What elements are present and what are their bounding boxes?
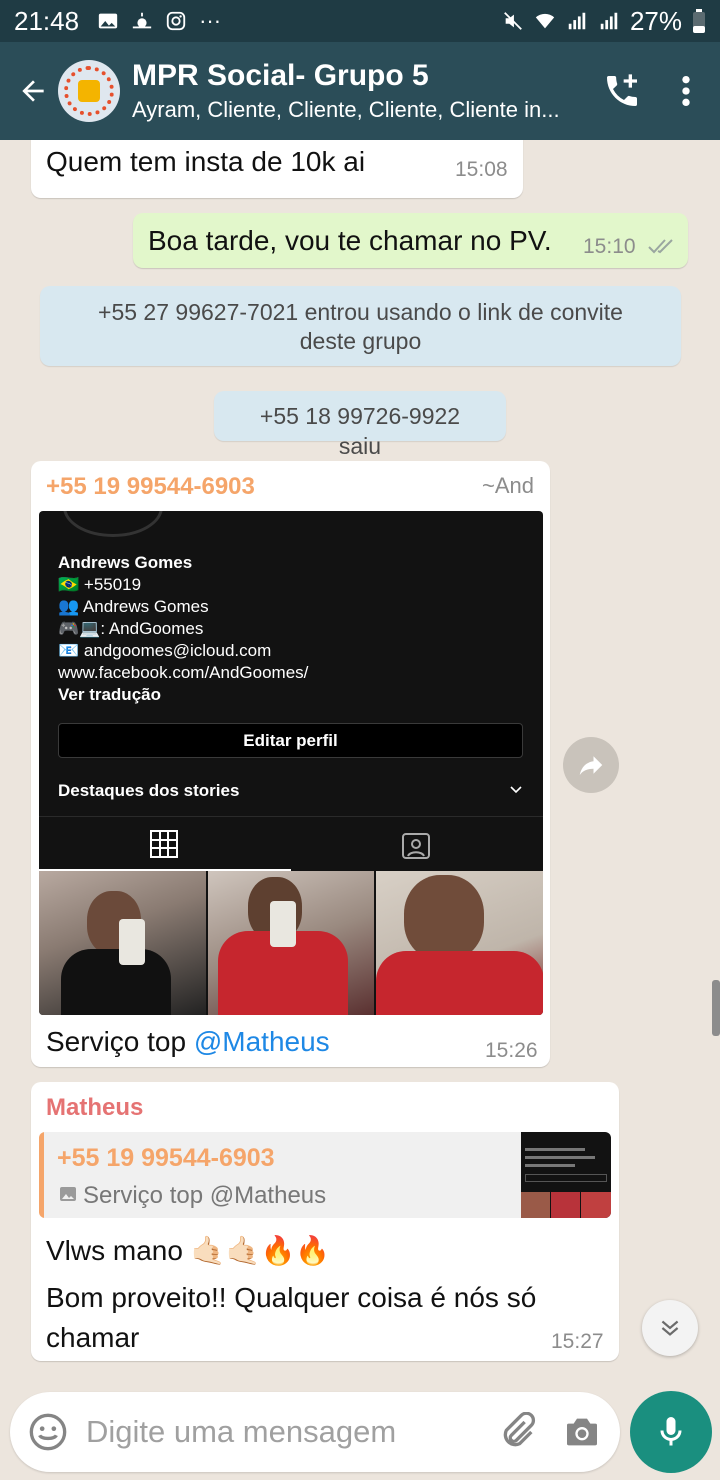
quoted-sender: +55 19 99544-6903 xyxy=(57,1144,275,1172)
grid-icon xyxy=(150,830,178,858)
forward-button[interactable] xyxy=(563,737,619,793)
signal-icon xyxy=(568,12,586,30)
voice-message-button[interactable] xyxy=(630,1391,712,1473)
message-composer xyxy=(10,1392,620,1472)
chat-header: MPR Social- Grupo 5 Ayram, Cliente, Clie… xyxy=(0,42,720,140)
microphone-icon xyxy=(660,1417,682,1446)
share-arrow-icon xyxy=(579,756,603,775)
group-participants: Ayram, Cliente, Cliente, Cliente, Client… xyxy=(132,97,560,122)
quoted-text: Serviço top @Matheus xyxy=(83,1182,327,1209)
battery-percent: 27% xyxy=(629,5,682,36)
status-time: 21:48 xyxy=(14,5,80,36)
wifi-icon xyxy=(535,13,555,29)
message-text: Quem tem insta de 10k ai xyxy=(46,146,366,177)
ig-bio-line: 🇧🇷 +55019 xyxy=(58,575,142,594)
attach-icon[interactable] xyxy=(498,1412,538,1452)
system-message-left: +55 18 99726-9922 saiu xyxy=(214,391,506,459)
message-time: 15:08 xyxy=(455,158,508,181)
status-bar: 21:48 ··· 27% xyxy=(0,0,720,42)
double-check-icon xyxy=(648,239,673,254)
back-button[interactable] xyxy=(8,75,58,107)
ig-photo xyxy=(39,871,206,1015)
ig-edit-profile: Editar perfil xyxy=(58,723,523,758)
sender-alias: ~And xyxy=(482,473,534,498)
system-message-joined: +55 27 99627-7021 entrou usando o link d… xyxy=(40,286,681,366)
ig-bio-link: www.facebook.com/AndGoomes/ xyxy=(58,663,309,682)
more-options-icon[interactable] xyxy=(680,74,692,108)
message-text: Boa tarde, vou te chamar no PV. xyxy=(148,225,552,256)
message-sender: Matheus xyxy=(46,1094,144,1121)
incoming-reply-message[interactable]: Matheus +55 19 99544-6903 Serviço top @M… xyxy=(31,1082,619,1361)
tagged-icon xyxy=(402,833,430,859)
instagram-icon xyxy=(166,11,186,31)
chat-title-area[interactable]: MPR Social- Grupo 5 Ayram, Cliente, Clie… xyxy=(132,59,602,123)
outgoing-message[interactable]: Boa tarde, vou te chamar no PV. 15:10 xyxy=(133,213,688,268)
add-call-icon[interactable] xyxy=(602,71,642,111)
weather-icon xyxy=(132,12,152,29)
message-sender: +55 19 99544-6903 xyxy=(46,473,255,500)
message-time: 15:26 xyxy=(485,1039,538,1062)
incoming-image-message[interactable]: +55 19 99544-6903 ~And Andrews Gomes 🇧🇷 … xyxy=(31,461,550,1067)
mute-icon xyxy=(504,12,522,30)
scrollbar[interactable] xyxy=(712,980,720,1036)
ig-bio-line: 👥 Andrews Gomes xyxy=(58,597,209,616)
double-chevron-down-icon xyxy=(661,1320,679,1336)
quoted-message[interactable]: +55 19 99544-6903 Serviço top @Matheus xyxy=(39,1132,611,1218)
camera-icon[interactable] xyxy=(562,1412,602,1452)
incoming-message[interactable]: Quem tem insta de 10k ai 15:08 xyxy=(31,140,523,198)
message-list[interactable]: Quem tem insta de 10k ai 15:08 Boa tarde… xyxy=(0,140,720,1380)
signal-icon-2 xyxy=(600,12,618,30)
more-notifications-icon: ··· xyxy=(199,8,222,33)
group-avatar[interactable] xyxy=(58,60,120,122)
emoji-icon[interactable] xyxy=(28,1412,68,1452)
ig-bio-line: 📧 andgoomes@icloud.com xyxy=(58,641,272,660)
ig-translate: Ver tradução xyxy=(58,685,161,704)
arrow-left-icon xyxy=(22,80,44,102)
ig-profile-name: Andrews Gomes xyxy=(58,553,193,572)
battery-icon xyxy=(693,9,705,33)
shared-image[interactable]: Andrews Gomes 🇧🇷 +55019 👥 Andrews Gomes … xyxy=(39,511,543,1015)
image-caption: Serviço top @Matheus xyxy=(46,1026,330,1057)
gallery-icon xyxy=(98,13,118,29)
image-icon xyxy=(60,1187,76,1201)
quoted-thumbnail xyxy=(521,1132,611,1218)
message-time: 15:27 xyxy=(551,1330,604,1353)
scroll-to-bottom-button[interactable] xyxy=(642,1300,698,1356)
ig-photo xyxy=(207,871,375,1015)
message-time: 15:10 xyxy=(583,235,636,258)
mention-link[interactable]: @Matheus xyxy=(194,1026,330,1057)
chevron-down-icon xyxy=(510,786,522,794)
group-name: MPR Social- Grupo 5 xyxy=(132,59,429,92)
ig-bio-line: 🎮💻: AndGoomes xyxy=(58,619,204,638)
ig-photo xyxy=(376,871,543,1015)
message-text: Vlws mano 🤙🏻🤙🏻🔥🔥 xyxy=(46,1235,331,1266)
message-text: Bom proveito!! Qualquer coisa é nós só c… xyxy=(46,1282,537,1353)
ig-highlights: Destaques dos stories xyxy=(58,781,240,800)
message-input[interactable] xyxy=(86,1414,498,1450)
